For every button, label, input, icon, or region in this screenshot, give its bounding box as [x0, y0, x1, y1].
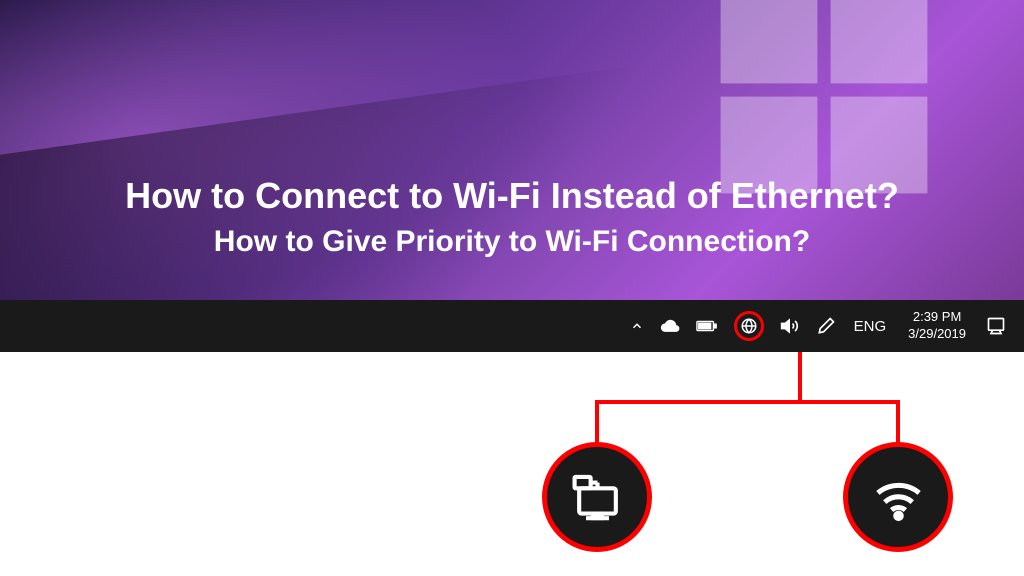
network-icon[interactable] — [728, 307, 770, 345]
callout-connector — [798, 352, 802, 400]
clock[interactable]: 2:39 PM 3/29/2019 — [898, 305, 976, 347]
page-subtitle: How to Give Priority to Wi-Fi Connection… — [0, 225, 1024, 259]
taskbar: ENG 2:39 PM 3/29/2019 — [0, 300, 1024, 352]
pen-icon[interactable] — [810, 312, 842, 340]
callout-connector — [896, 400, 900, 448]
volume-icon[interactable] — [774, 312, 806, 340]
onedrive-icon[interactable] — [654, 312, 686, 340]
show-hidden-icons-button[interactable] — [624, 315, 650, 337]
clock-date: 3/29/2019 — [908, 326, 966, 343]
callout-connector — [595, 400, 599, 448]
language-indicator[interactable]: ENG — [846, 314, 895, 339]
ethernet-callout-icon — [542, 442, 652, 552]
windows-logo — [714, 0, 934, 200]
battery-icon[interactable] — [690, 314, 724, 338]
action-center-icon[interactable] — [980, 312, 1012, 340]
page-title: How to Connect to Wi-Fi Instead of Ether… — [0, 175, 1024, 217]
callout-connector — [595, 400, 900, 404]
hero-background: How to Connect to Wi-Fi Instead of Ether… — [0, 0, 1024, 300]
clock-time: 2:39 PM — [913, 309, 961, 326]
callout-area — [0, 352, 1024, 576]
wifi-callout-icon — [843, 442, 953, 552]
